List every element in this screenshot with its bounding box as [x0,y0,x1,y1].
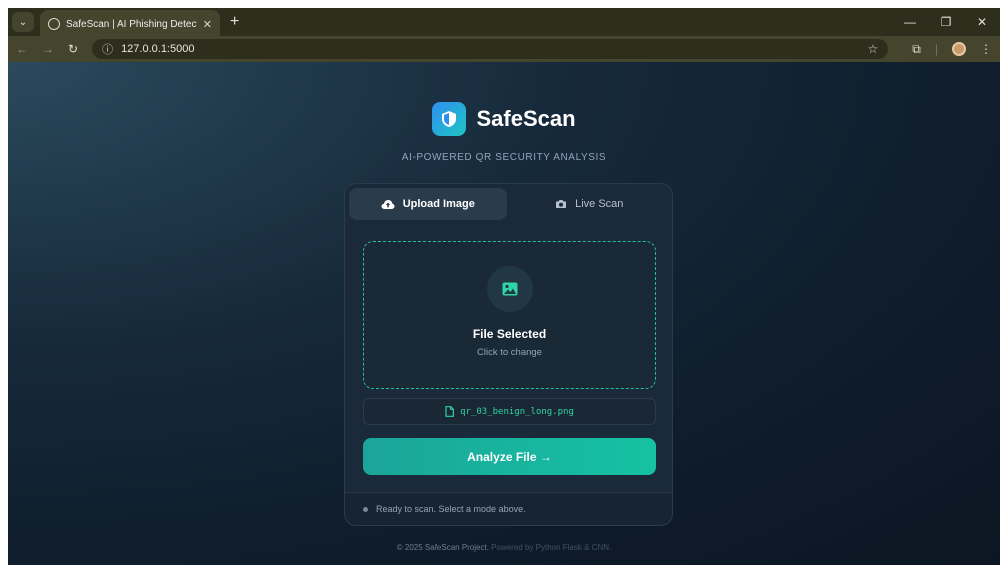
page-viewport: SafeScan AI-POWERED QR SECURITY ANALYSIS… [8,62,1000,565]
file-name-text: qr_03_benign_long.png [460,406,574,417]
camera-icon [556,200,567,208]
toolbar-divider: | [934,42,938,56]
reload-icon[interactable]: ↻ [68,42,78,56]
address-url[interactable]: 127.0.0.1:5000 [121,43,859,55]
selected-file-name: qr_03_benign_long.png [363,398,656,425]
tab-live-scan-label: Live Scan [575,198,624,210]
image-icon [502,282,517,296]
back-arrow-icon[interactable]: ← [16,42,28,56]
shield-logo-icon [432,102,467,136]
brand-header: SafeScan [8,102,1000,136]
browser-tab-bar: ⌄ SafeScan | AI Phishing Detector ✕ + — … [8,8,1000,38]
status-bar: Ready to scan. Select a mode above. [345,492,672,525]
browser-tab-title: SafeScan | AI Phishing Detector [66,18,197,30]
brand-name: SafeScan [476,106,576,131]
extensions-icon[interactable]: ⧉ [912,42,921,57]
page-footer: © 2025 SafeScan Project. Powered by Pyth… [8,543,1000,552]
file-icon [445,406,454,417]
browser-window: ⌄ SafeScan | AI Phishing Detector ✕ + — … [8,8,1000,565]
tab-upload-image[interactable]: Upload Image [349,188,507,220]
footer-copyright: © 2025 SafeScan Project. [396,543,489,552]
browser-toolbar: ← → ↻ ⓘ 127.0.0.1:5000 ☆ ⧉ | ⋮ [8,36,1000,62]
bookmark-star-icon[interactable]: ☆ [868,42,879,56]
minimize-button[interactable]: — [892,15,928,29]
new-tab-button[interactable]: + [230,13,239,31]
address-bar[interactable]: ⓘ 127.0.0.1:5000 ☆ [92,39,889,59]
tab-search-chevron-icon[interactable]: ⌄ [12,12,34,32]
brand-tagline: AI-POWERED QR SECURITY ANALYSIS [401,152,607,163]
close-window-button[interactable]: ✕ [964,15,1000,29]
footer-powered-by: Powered by Python Flask & CNN. [491,543,612,552]
tab-live-scan[interactable]: Live Scan [511,188,669,220]
site-info-icon[interactable]: ⓘ [102,41,113,57]
window-controls: — ❐ ✕ [892,8,1000,36]
tab-upload-label: Upload Image [402,198,475,210]
browser-menu-icon[interactable]: ⋮ [980,42,992,56]
toolbar-actions: ⧉ | ⋮ [912,42,992,57]
globe-icon [48,18,60,30]
dropzone-icon-circle [486,266,533,312]
tab-close-icon[interactable]: ✕ [203,18,212,31]
restore-button[interactable]: ❐ [928,15,964,29]
profile-avatar[interactable] [952,42,966,56]
dropzone-subtitle: Click to change [477,347,542,358]
status-dot-icon [363,506,368,512]
forward-arrow-icon[interactable]: → [42,42,54,56]
scan-card: Upload Image Live Scan File Selected Cli… [344,183,673,526]
mode-tabs: Upload Image Live Scan [345,184,672,224]
browser-tab[interactable]: SafeScan | AI Phishing Detector ✕ [40,10,220,38]
analyze-file-button[interactable]: Analyze File → [363,438,656,475]
status-text: Ready to scan. Select a mode above. [376,504,526,514]
cloud-upload-icon [381,199,395,209]
file-dropzone[interactable]: File Selected Click to change [363,241,656,389]
dropzone-title: File Selected [472,327,547,341]
